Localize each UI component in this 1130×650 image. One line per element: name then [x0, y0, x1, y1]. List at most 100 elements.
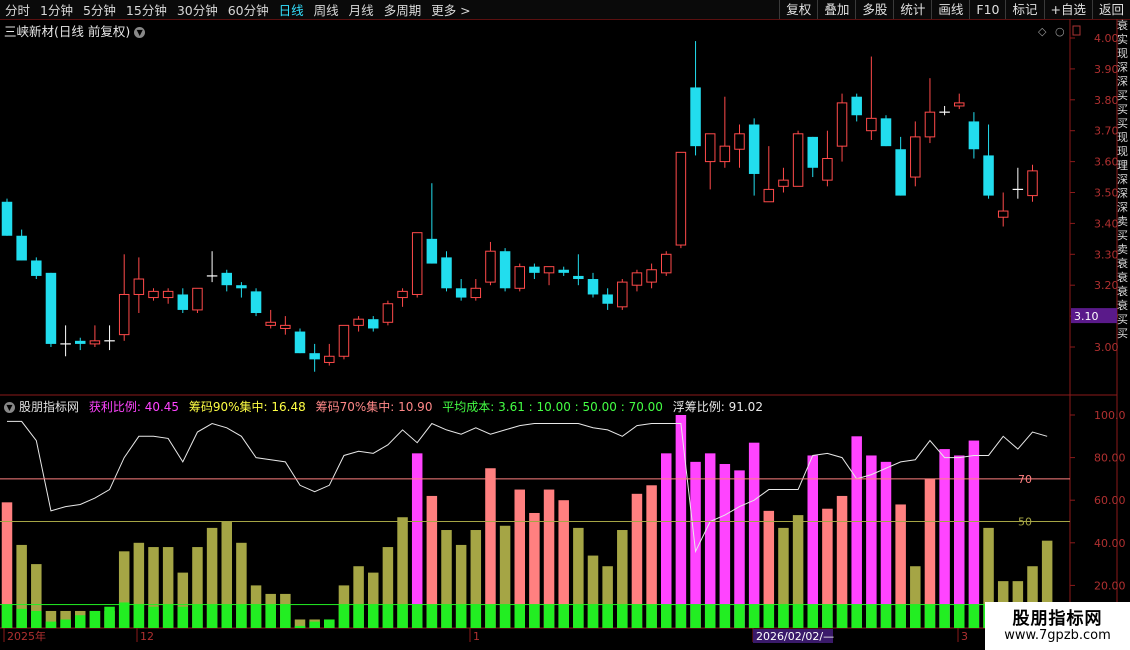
- candle: [206, 251, 218, 283]
- chip-bar: [411, 604, 423, 628]
- legend-item-0: 获利比例: 40.45: [85, 400, 180, 414]
- chip-bar: [60, 619, 71, 628]
- signal-char-13: 深: [1117, 201, 1128, 214]
- indicator-bar: [851, 436, 862, 628]
- chip-bar: [514, 604, 525, 628]
- candle: [31, 257, 42, 280]
- circle-icon[interactable]: ○: [1055, 25, 1065, 38]
- chip-bar: [382, 604, 394, 628]
- candle: [470, 279, 482, 301]
- candle: [382, 300, 394, 326]
- watermark-name: 股朋指标网: [1012, 609, 1103, 629]
- time-axis: 2025年 12 1 2026/02/02/— 3: [3, 628, 968, 643]
- chip-bar: [968, 604, 980, 628]
- chip-bar: [661, 604, 672, 628]
- candle: [162, 288, 174, 304]
- signal-char-8: 现: [1117, 131, 1128, 144]
- chip-bar: [75, 615, 86, 628]
- candle: [675, 151, 687, 249]
- candle-body: [807, 136, 818, 168]
- candle: [910, 121, 921, 187]
- time-label: 12: [140, 630, 154, 643]
- legend-item-4: 浮筹比例: 91.02: [668, 400, 763, 414]
- signal-char-12: 深: [1117, 187, 1128, 200]
- candle: [45, 272, 57, 347]
- candle: [177, 288, 189, 314]
- candle: [397, 288, 408, 307]
- watermark-url: www.7gpzb.com: [1004, 628, 1111, 643]
- candle: [763, 146, 775, 203]
- chip-bar: [470, 604, 482, 628]
- candle-body: [353, 318, 364, 326]
- candle: [807, 136, 818, 178]
- candle-body: [983, 155, 994, 196]
- indicator-bar: [704, 453, 716, 628]
- signal-char-6: 买: [1117, 103, 1128, 116]
- chip-bar: [543, 604, 555, 628]
- chip-bar: [704, 604, 716, 628]
- chip-bar: [353, 604, 364, 628]
- candle-body: [118, 293, 130, 336]
- chip-bar: [778, 604, 789, 628]
- indicator-bar: [880, 461, 892, 628]
- candle: [1027, 164, 1038, 202]
- chip-bar: [309, 621, 320, 628]
- candle-body: [529, 266, 540, 273]
- chip-bar: [177, 606, 189, 628]
- candle: [236, 282, 247, 298]
- candle: [690, 41, 701, 156]
- indicator-bar: [485, 468, 496, 628]
- candle-body: [836, 102, 848, 147]
- chip-bar: [31, 610, 42, 628]
- signal-char-19: 衰: [1117, 285, 1128, 298]
- candle-body: [397, 290, 408, 299]
- signal-char-4: 深: [1117, 75, 1128, 88]
- chip-bar: [441, 604, 452, 628]
- chip-bar: [529, 604, 540, 628]
- candle-body: [338, 324, 350, 357]
- chip-bar: [426, 604, 438, 628]
- candle-body: [748, 124, 760, 174]
- candle: [426, 183, 438, 264]
- price-tick-label: 3.90: [1094, 63, 1119, 76]
- chip-baseline: [0, 604, 1053, 606]
- candle-body: [426, 238, 438, 264]
- chip-bar: [250, 604, 262, 628]
- candle: [602, 288, 613, 310]
- candle-body: [924, 111, 936, 138]
- candle-body: [997, 210, 1009, 218]
- chip-bar: [265, 604, 276, 628]
- chip-bar: [954, 604, 965, 628]
- chip-bar: [617, 604, 628, 628]
- collapse-icon[interactable]: ▼: [4, 402, 15, 413]
- diamond-icon[interactable]: ◇: [1038, 25, 1047, 38]
- chip-bar: [602, 604, 613, 628]
- chip-bar: [89, 610, 101, 628]
- candle: [558, 266, 569, 276]
- indicator-bar: [954, 455, 965, 628]
- candle: [587, 272, 599, 298]
- candle-body: [265, 321, 276, 326]
- candle-body: [719, 145, 731, 163]
- candle-body: [470, 287, 482, 299]
- candle: [997, 192, 1009, 227]
- signal-char-5: 买: [1117, 89, 1128, 102]
- panel-toggle-icon[interactable]: [1072, 25, 1081, 36]
- candle-body: [485, 250, 496, 283]
- candle: [734, 124, 745, 168]
- candle-body: [280, 324, 291, 329]
- candle: [939, 105, 950, 116]
- chip-bar: [324, 619, 335, 628]
- candle-body: [675, 151, 687, 246]
- candle: [617, 279, 628, 310]
- candle-body: [617, 281, 628, 308]
- candle-body: [368, 319, 379, 329]
- signal-char-14: 卖: [1117, 215, 1128, 228]
- candle: [499, 248, 511, 292]
- signal-char-17: 衰: [1117, 257, 1128, 270]
- candle-body: [148, 290, 159, 299]
- chip-bar: [807, 604, 818, 628]
- candle: [221, 269, 232, 292]
- candle-body: [646, 269, 657, 283]
- candle-body: [792, 133, 804, 187]
